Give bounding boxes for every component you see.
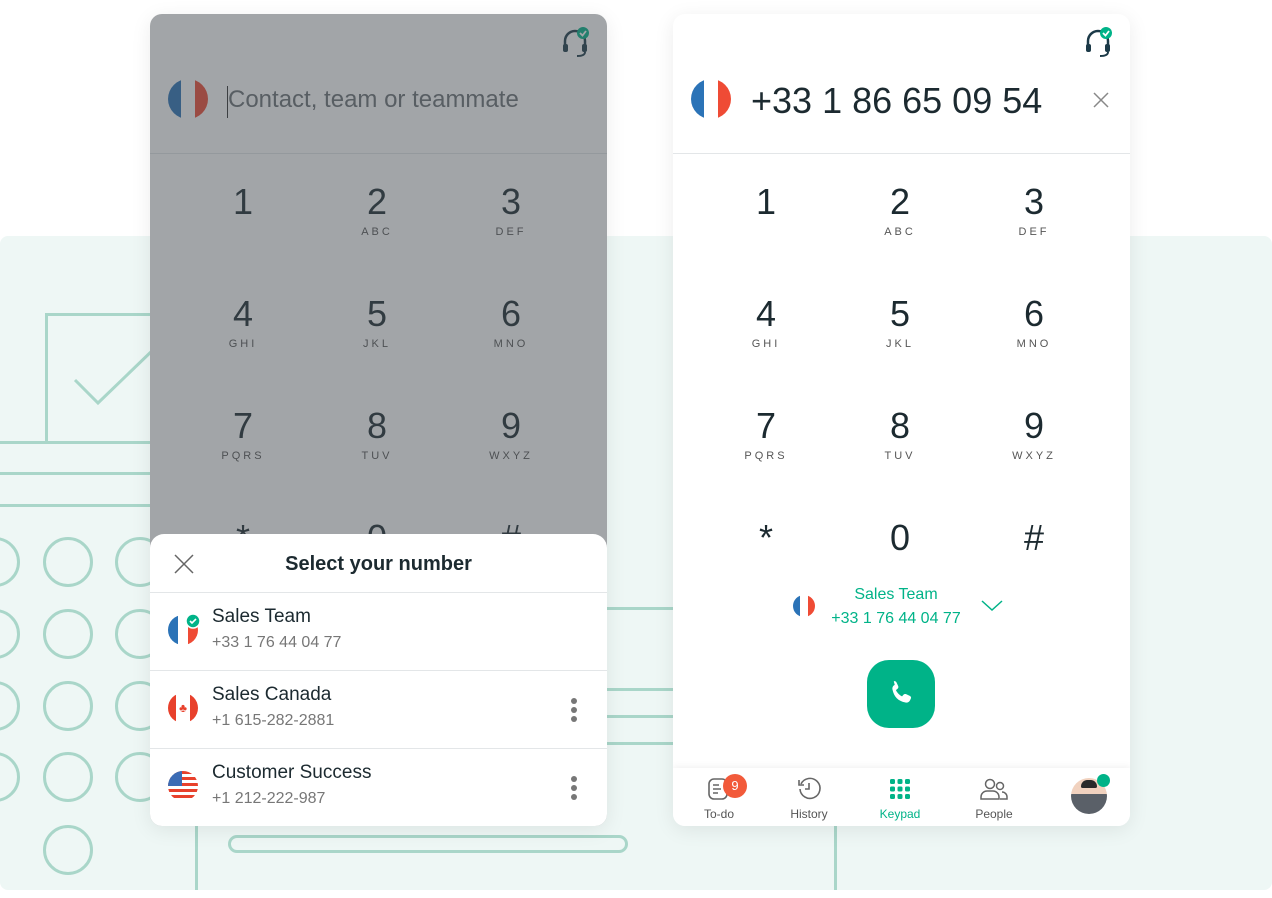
nav-label: People — [975, 807, 1013, 821]
decor-line — [606, 688, 673, 691]
nav-label: History — [790, 807, 828, 821]
key-digit: 5 — [889, 293, 911, 334]
keypad-icon — [890, 779, 910, 799]
key-letters: ABC — [884, 226, 916, 238]
key-digit: 0 — [889, 517, 911, 558]
decor-check-icon — [73, 346, 155, 406]
nav-label: Keypad — [879, 807, 921, 821]
nav-people[interactable]: People — [954, 776, 1034, 821]
decor-line — [834, 826, 837, 890]
dialer-panel-select-number: Contact, team or teammate 12ABC3DEF4GHI5… — [150, 14, 607, 826]
key-letters: GHI — [751, 338, 781, 350]
keypad-key-3[interactable]: 3 DEF — [984, 181, 1084, 239]
history-icon — [798, 777, 821, 800]
clear-icon[interactable] — [1093, 92, 1109, 108]
people-icon — [980, 778, 1008, 800]
caller-id-selector[interactable]: Sales Team +33 1 76 44 04 77 — [783, 584, 1023, 634]
bottom-navigation: 9 To-do History Keypad People — [673, 768, 1130, 826]
option-name: Sales Team — [212, 606, 311, 627]
key-letters: DEF — [1018, 226, 1050, 238]
key-digit: 3 — [1023, 181, 1045, 222]
key-digit: # — [1023, 517, 1045, 558]
key-digit: 9 — [1023, 405, 1045, 446]
key-digit: 2 — [889, 181, 911, 222]
keypad-key-7[interactable]: 7 PQRS — [716, 405, 816, 463]
call-button[interactable] — [867, 660, 935, 728]
keypad-key-5[interactable]: 5 JKL — [850, 293, 950, 351]
dialed-number-input[interactable]: +33 1 86 65 09 54 — [751, 80, 1042, 122]
number-option-sales-canada[interactable]: ♣ Sales Canada +1 615-282-2881 — [150, 670, 607, 748]
headset-status-icon[interactable] — [1083, 26, 1115, 58]
usa-flag-icon — [168, 771, 198, 801]
keypad-key-9[interactable]: 9 WXYZ — [984, 405, 1084, 463]
more-options-icon[interactable] — [571, 698, 577, 725]
key-letters: MNO — [1016, 338, 1052, 350]
nav-history[interactable]: History — [769, 776, 849, 821]
decor-line — [0, 472, 150, 475]
key-digit: 7 — [755, 405, 777, 446]
keypad-key-0[interactable]: 0 — [850, 518, 950, 562]
phone-icon — [892, 681, 912, 703]
decor-line — [0, 504, 150, 507]
key-digit: * — [758, 517, 773, 558]
key-digit: 4 — [755, 293, 777, 334]
keypad-key-6[interactable]: 6 MNO — [984, 293, 1084, 351]
keypad-key-2[interactable]: 2 ABC — [850, 181, 950, 239]
decor-line — [606, 715, 673, 718]
france-flag-icon[interactable] — [691, 79, 731, 119]
keypad-key-1[interactable]: 1 — [716, 182, 816, 226]
sheet-title: Select your number — [285, 553, 472, 575]
option-name: Customer Success — [212, 762, 372, 783]
selected-check-icon — [185, 613, 201, 629]
key-digit: 6 — [1023, 293, 1045, 334]
todo-badge: 9 — [723, 774, 747, 798]
decor-line — [195, 826, 198, 890]
nav-label: To-do — [703, 807, 735, 821]
key-letters: PQRS — [744, 450, 788, 462]
option-number: +1 615-282-2881 — [212, 712, 335, 729]
key-digit: 1 — [755, 181, 777, 222]
number-option-customer-success[interactable]: Customer Success +1 212-222-987 — [150, 748, 607, 826]
nav-todo[interactable]: 9 To-do — [679, 774, 759, 821]
decor-line — [0, 441, 150, 444]
keypad-key-star[interactable]: * — [716, 518, 816, 562]
option-number: +33 1 76 44 04 77 — [212, 634, 342, 651]
caller-id-number: +33 1 76 44 04 77 — [831, 610, 961, 627]
dialer-header: +33 1 86 65 09 54 — [673, 14, 1130, 154]
key-letters: TUV — [884, 450, 916, 462]
chevron-down-icon — [981, 600, 1003, 612]
dialer-panel: +33 1 86 65 09 54 1 2 ABC 3 DEF 4 GHI 5 JKL 6 MNO 7… — [673, 14, 1130, 826]
key-digit: 8 — [889, 405, 911, 446]
decor-line — [606, 742, 673, 745]
key-letters: WXYZ — [1012, 450, 1056, 462]
number-option-sales-team[interactable]: Sales Team +33 1 76 44 04 77 — [150, 592, 607, 670]
key-letters: JKL — [886, 338, 914, 350]
keypad-key-hash[interactable]: # — [984, 518, 1084, 562]
keypad-key-4[interactable]: 4 GHI — [716, 293, 816, 351]
keypad-key-8[interactable]: 8 TUV — [850, 405, 950, 463]
nav-keypad[interactable]: Keypad — [860, 776, 940, 821]
select-number-sheet: Select your number Sales Team +33 1 76 4… — [150, 534, 607, 826]
more-options-icon[interactable] — [571, 776, 577, 803]
option-name: Sales Canada — [212, 684, 332, 705]
canada-flag-icon: ♣ — [168, 693, 198, 723]
decor-pill — [228, 835, 628, 853]
online-status-indicator — [1097, 774, 1110, 787]
caller-id-name: Sales Team — [854, 586, 938, 603]
decor-line — [606, 607, 673, 610]
option-number: +1 212-222-987 — [212, 790, 326, 807]
